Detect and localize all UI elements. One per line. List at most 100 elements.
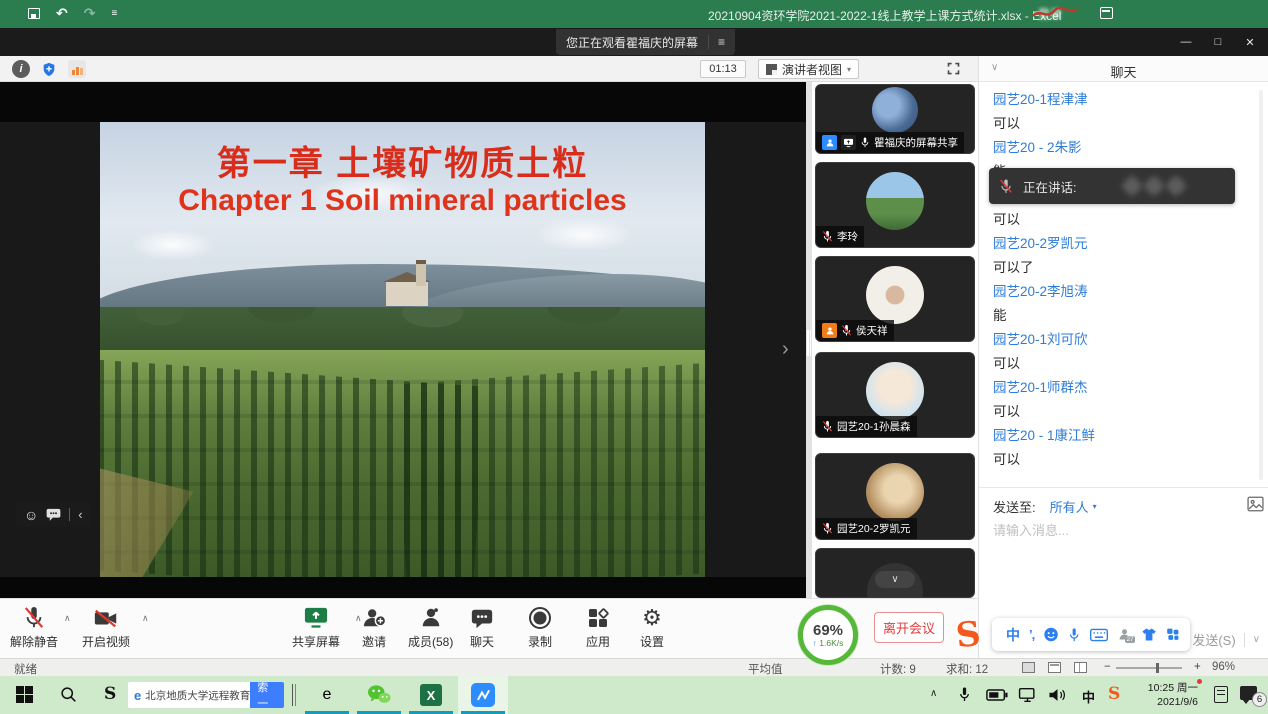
avatar: [866, 172, 924, 230]
ime-emoji-icon[interactable]: [1043, 626, 1059, 643]
ime-toolbox-grid-icon[interactable]: [1166, 627, 1180, 642]
tray-battery-icon[interactable]: [986, 689, 1008, 701]
send-to-dropdown[interactable]: 所有人: [1050, 497, 1089, 516]
tray-mic-icon[interactable]: [958, 685, 971, 704]
network-percent: 69%: [813, 623, 843, 638]
zoom-out-icon[interactable]: −: [1104, 661, 1111, 673]
page-layout-view-icon[interactable]: [1048, 662, 1061, 673]
participant-tile-partial[interactable]: ∨: [815, 548, 975, 598]
undo-icon[interactable]: ↶: [56, 5, 68, 22]
tray-journal-icon[interactable]: [1214, 686, 1228, 703]
fullscreen-icon[interactable]: [946, 61, 961, 76]
send-options-chevron-icon[interactable]: ∨: [1253, 634, 1260, 645]
sogou-ime-logo[interactable]: S: [954, 614, 983, 656]
view-mode-dropdown[interactable]: 演讲者视图 ▾: [758, 59, 859, 79]
unmute-button[interactable]: 解除静音: [10, 606, 58, 650]
minimize-button[interactable]: —: [1170, 28, 1202, 56]
tray-network-icon[interactable]: [1018, 687, 1037, 703]
chat-button[interactable]: 聊天: [470, 606, 494, 650]
ime-skin-person-icon[interactable]: 27: [1117, 627, 1132, 642]
tray-ime-mode[interactable]: 中: [1082, 687, 1095, 706]
next-page-chevron-icon[interactable]: ›: [782, 338, 789, 361]
participant-tile[interactable]: 瞿福庆的屏幕共享: [815, 84, 975, 154]
invite-button[interactable]: 邀请: [362, 606, 386, 650]
invite-label: 邀请: [362, 633, 386, 650]
maximize-button[interactable]: □: [1202, 28, 1234, 56]
leave-meeting-button[interactable]: 离开会议: [874, 612, 944, 643]
security-shield-icon[interactable]: [40, 60, 58, 78]
close-button[interactable]: ✕: [1234, 28, 1266, 56]
network-signal-icon[interactable]: [68, 60, 86, 78]
taskbar-app-meeting[interactable]: [458, 676, 508, 714]
ime-voice-icon[interactable]: [1068, 626, 1080, 644]
chat-sender-name[interactable]: 园艺20-2李旭涛: [993, 280, 1248, 304]
ie-icon: e: [323, 686, 332, 704]
start-video-button[interactable]: 开启视频: [82, 606, 130, 650]
zoom-in-icon[interactable]: +: [1194, 661, 1201, 673]
letterbox-top: [0, 82, 806, 122]
screen: ↶ ↷ ≡ 20210904资环学院2021-2022-1线上教学上课方式统计.…: [0, 0, 1268, 714]
caret-down-icon: ▾: [1093, 502, 1097, 511]
tray-speaker-icon[interactable]: [1048, 687, 1067, 703]
tray-sogou-icon[interactable]: S: [1108, 684, 1120, 704]
chat-scrollbar[interactable]: [1259, 90, 1263, 480]
toast-menu-icon[interactable]: ≡: [708, 35, 725, 49]
ime-tshirt-icon[interactable]: [1141, 627, 1157, 642]
chat-sender-name[interactable]: 园艺20 - 2朱影: [993, 136, 1248, 160]
ime-keyboard-icon[interactable]: [1090, 628, 1108, 642]
save-icon[interactable]: [28, 8, 40, 19]
chat-sender-name[interactable]: 园艺20-1程津津: [993, 88, 1248, 112]
chat-input-field[interactable]: 请输入消息...: [993, 520, 1254, 620]
chat-sender-name[interactable]: 园艺20-2罗凯元: [993, 232, 1248, 256]
page-break-view-icon[interactable]: [1074, 662, 1087, 673]
zoom-slider-track[interactable]: [1116, 667, 1182, 669]
mic-muted-icon: [999, 178, 1013, 195]
apps-button[interactable]: 应用: [586, 606, 610, 650]
collapse-left-chevron-icon[interactable]: ‹: [78, 507, 82, 522]
layout-icon: [766, 64, 777, 75]
participant-tile[interactable]: 园艺20-2罗凯元: [815, 453, 975, 540]
chat-label: 聊天: [470, 633, 494, 650]
sogou-pinned-icon[interactable]: S: [104, 684, 116, 704]
meeting-info-icon[interactable]: i: [12, 60, 30, 78]
ribbon-options-icon[interactable]: [1100, 7, 1113, 19]
share-options-chevron-icon[interactable]: ∧: [355, 613, 362, 624]
chat-sender-name[interactable]: 园艺20-1刘可欣: [993, 328, 1248, 352]
taskbar-app-excel[interactable]: X: [406, 676, 456, 714]
members-button[interactable]: 成员(58): [408, 606, 453, 650]
mic-options-chevron-icon[interactable]: ∧: [64, 613, 71, 624]
chat-sender-name[interactable]: 园艺20 - 1康江鲜: [993, 424, 1248, 448]
taskbar-app-wechat[interactable]: [354, 676, 404, 714]
taskbar-search-widget[interactable]: e 北京地质大学远程教育 搜索一下: [128, 682, 284, 708]
send-button[interactable]: 发送(S): [1192, 630, 1235, 649]
chat-sender-name[interactable]: 园艺20-1师群杰: [993, 376, 1248, 400]
caption-bubble-icon[interactable]: [46, 508, 61, 521]
tray-expand-chevron-icon[interactable]: ∧: [930, 688, 937, 699]
windows-start-icon[interactable]: [16, 686, 33, 703]
emoji-reaction-icon[interactable]: ☺: [24, 507, 38, 523]
taskbar-app-ie[interactable]: e: [302, 676, 352, 714]
ime-lang-toggle[interactable]: 中: [1006, 625, 1020, 645]
chat-message-text: 可以: [993, 208, 1248, 232]
taskbar-search-icon[interactable]: [60, 686, 77, 703]
gear-icon: ⚙: [642, 606, 662, 630]
participant-tile[interactable]: 李玲: [815, 162, 975, 248]
video-options-chevron-icon[interactable]: ∧: [142, 613, 149, 624]
quick-access-more-icon[interactable]: ≡: [111, 8, 116, 19]
participant-tile[interactable]: 侯天祥: [815, 256, 975, 342]
zoom-slider-handle[interactable]: [1156, 663, 1159, 673]
taskbar-clock[interactable]: 10:25 周一 2021/9/6: [1136, 681, 1198, 709]
record-button[interactable]: 录制: [528, 606, 552, 650]
ime-punct-toggle[interactable]: ’,: [1029, 627, 1034, 642]
participant-tile[interactable]: 园艺20-1孙晨森: [815, 352, 975, 438]
zoom-level[interactable]: 96%: [1212, 661, 1235, 673]
normal-view-icon[interactable]: [1022, 662, 1035, 673]
search-widget-button[interactable]: 搜索一下: [250, 682, 284, 708]
network-quality-indicator[interactable]: 69% ↑ 1.6K/s: [798, 605, 858, 665]
image-attach-icon[interactable]: [1247, 496, 1264, 512]
collapse-strip-button[interactable]: ∨: [875, 571, 915, 588]
share-screen-button[interactable]: 共享屏幕: [292, 606, 340, 650]
settings-button[interactable]: ⚙ 设置: [640, 606, 664, 650]
start-video-label: 开启视频: [82, 633, 130, 650]
chat-message-text: 可以: [993, 400, 1248, 424]
